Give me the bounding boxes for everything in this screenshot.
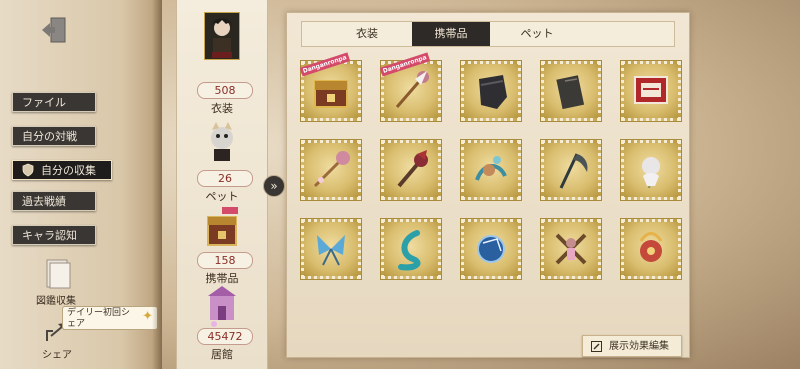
- pet-icon: [211, 122, 233, 161]
- cat-scroll-icon: [475, 156, 507, 181]
- treasure-box-icon: [314, 80, 348, 108]
- item-stamp[interactable]: [300, 139, 362, 201]
- collection-summary: 508 衣装 26 ペット 158 携帯品 45472 居館: [176, 0, 268, 369]
- share-tooltip-text: デイリー初回シェア: [67, 308, 131, 329]
- nav-character-recognition[interactable]: キャラ認知: [12, 225, 96, 245]
- costume-label: 衣装: [211, 102, 233, 115]
- item-stamp[interactable]: Danganronpa: [299, 52, 362, 122]
- double-chevron-right-icon: »: [270, 179, 278, 193]
- display-effect-edit-label: 展示効果編集: [609, 341, 669, 352]
- item-stamp[interactable]: [540, 139, 602, 201]
- nav-character-recognition-label: キャラ認知: [22, 229, 77, 242]
- residence-count: 45472: [197, 328, 253, 345]
- nav-my-battles-label: 自分の対戦: [22, 130, 77, 143]
- expand-arrow-button[interactable]: »: [263, 175, 285, 197]
- pet-count: 26: [197, 170, 253, 187]
- exit-door-icon[interactable]: [38, 14, 70, 46]
- reward-star-icon: ✦: [142, 309, 153, 324]
- item-stamp[interactable]: [380, 218, 442, 280]
- share-label: シェア: [42, 350, 72, 361]
- residence-label: 居館: [211, 348, 233, 361]
- edit-icon: [591, 341, 602, 352]
- red-ornament-icon: [639, 232, 663, 262]
- item-stamp[interactable]: [380, 139, 442, 201]
- item-stamp[interactable]: [460, 139, 522, 201]
- nav-file-label: ファイル: [22, 96, 66, 109]
- book-icon[interactable]: [44, 258, 72, 290]
- nav-past-records-label: 過去戦績: [22, 195, 66, 208]
- notebook-icon: [556, 75, 585, 110]
- share-tooltip: デイリー初回シェア ✦: [62, 306, 158, 330]
- scythe-icon: [559, 153, 588, 189]
- costume-portrait-icon: [204, 12, 240, 60]
- nav-my-collection[interactable]: 自分の収集: [12, 160, 112, 180]
- item-stamp[interactable]: [540, 218, 602, 280]
- item-stamp[interactable]: [620, 139, 682, 201]
- costume-count: 508: [197, 82, 253, 99]
- item-stamp[interactable]: [300, 218, 362, 280]
- blue-butterfly-icon: [317, 235, 345, 266]
- teal-tail-icon: [398, 230, 421, 271]
- crystal-orb-icon: [477, 235, 505, 263]
- red-card-icon: [634, 76, 668, 104]
- residence-icon: [208, 286, 236, 327]
- ribbon-torch-icon: [397, 150, 428, 188]
- item-stamp[interactable]: [460, 218, 522, 280]
- pink-staff-icon: [313, 151, 350, 188]
- tab-costume[interactable]: 衣装: [328, 22, 406, 46]
- tab-pet[interactable]: ペット: [498, 22, 576, 46]
- item-stamp[interactable]: [460, 60, 522, 122]
- item-stamp[interactable]: [540, 60, 602, 122]
- nav-file[interactable]: ファイル: [12, 92, 96, 112]
- book-collection-label: 図鑑収集: [36, 296, 76, 307]
- display-effect-edit-button[interactable]: 展示効果編集: [582, 335, 682, 357]
- white-lily-icon: [642, 157, 660, 189]
- cross-doll-icon: [555, 233, 587, 265]
- wand-icon: [395, 71, 429, 108]
- accessory-count: 158: [197, 252, 253, 269]
- left-sidebar: ファイル 自分の対戦 自分の収集 過去戦績 キャラ認知 図鑑収集 シェア デイリ…: [0, 0, 162, 369]
- items-panel: 衣装 携帯品 ペット Danganronpa Danganronpa: [286, 12, 690, 358]
- category-tabs: 衣装 携帯品 ペット: [301, 21, 675, 47]
- nav-my-battles[interactable]: 自分の対戦: [12, 126, 96, 146]
- item-stamp[interactable]: Danganronpa: [379, 52, 442, 122]
- pet-label: ペット: [205, 190, 239, 203]
- nav-my-collection-label: 自分の収集: [41, 164, 96, 177]
- shield-icon: [22, 163, 34, 177]
- tab-accessory[interactable]: 携帯品: [412, 22, 490, 46]
- accessory-box-icon: [207, 207, 238, 246]
- item-stamp[interactable]: [620, 60, 682, 122]
- nav-past-records[interactable]: 過去戦績: [12, 191, 96, 211]
- item-stamp[interactable]: [620, 218, 682, 280]
- black-pouch-icon: [479, 75, 507, 109]
